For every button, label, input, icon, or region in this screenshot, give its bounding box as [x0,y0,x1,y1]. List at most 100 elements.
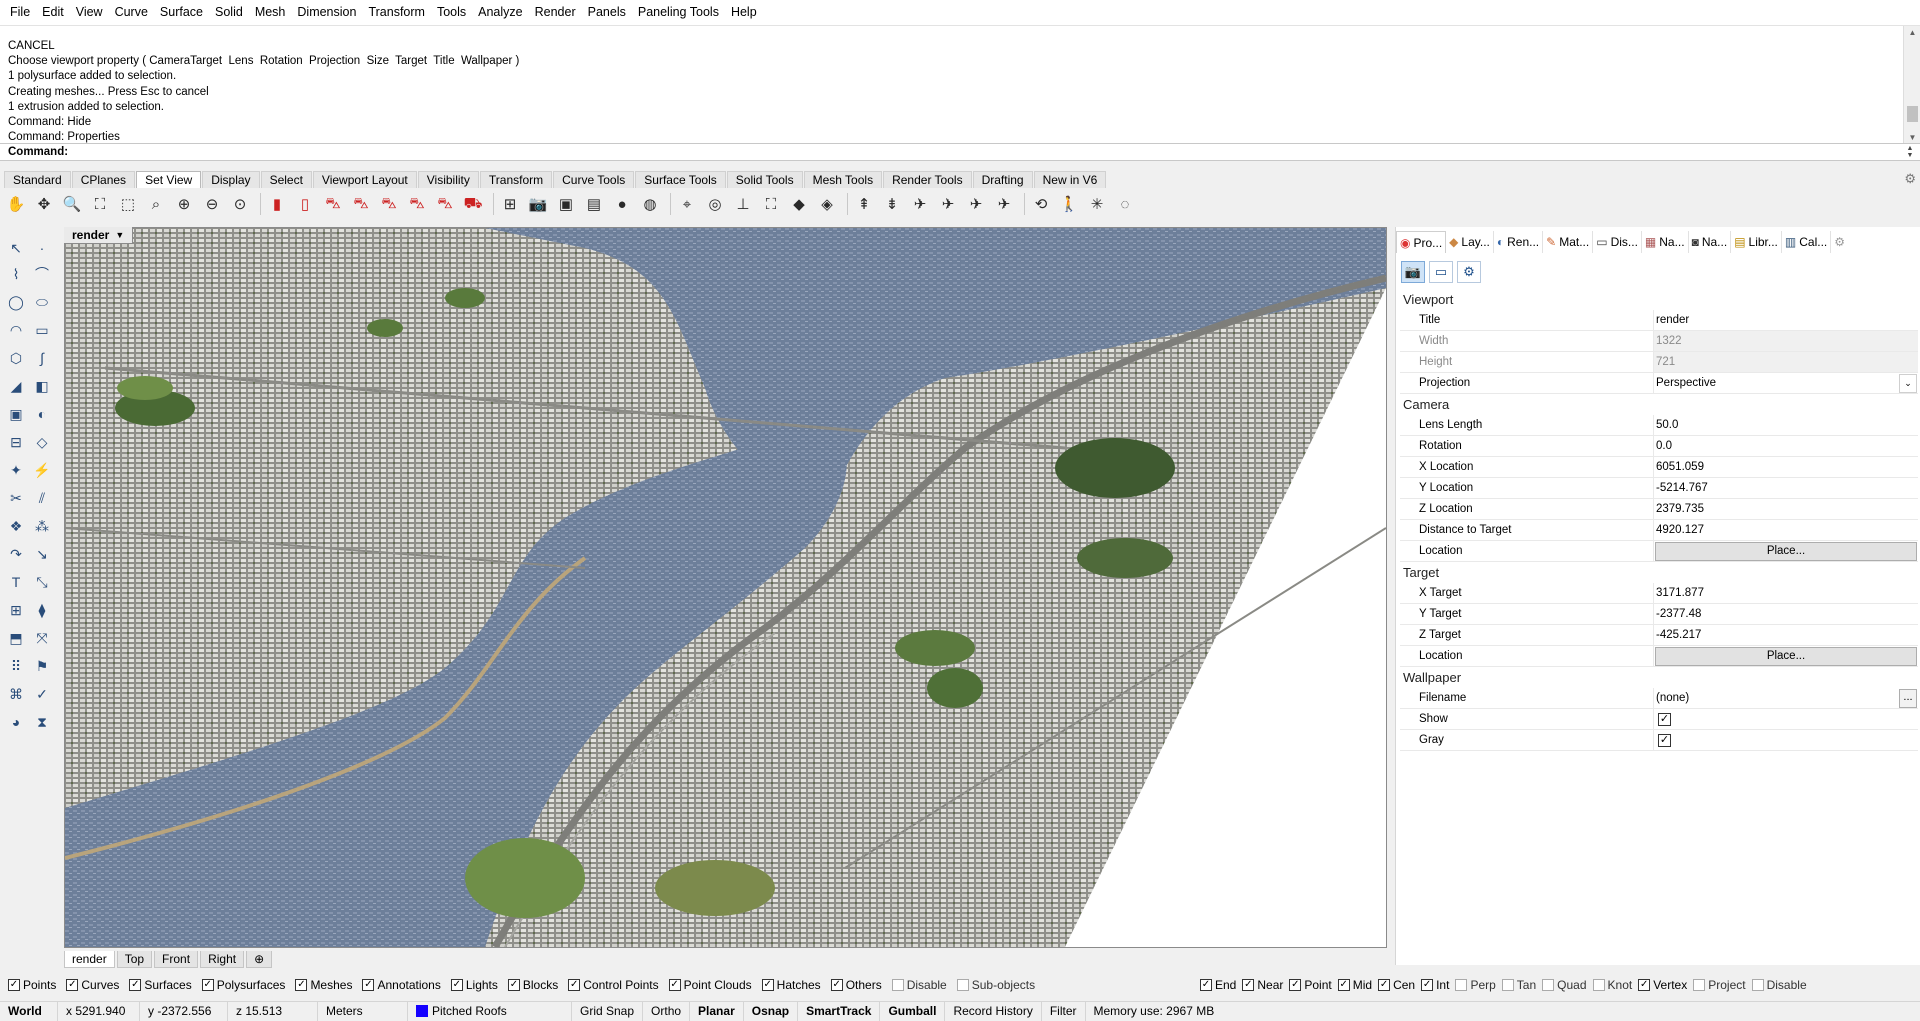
point-icon[interactable]: · [30,236,54,260]
menu-view[interactable]: View [70,0,109,25]
car-top-icon[interactable]: ⛍ [405,192,429,216]
scale-icon[interactable]: ⤧ [30,626,54,650]
add-viewport-tab-icon[interactable]: ⊕ [246,951,273,968]
chevron-down-icon[interactable]: ⌄ [1899,374,1917,393]
filter-curves[interactable]: ✓ Curves [66,978,119,992]
polygon-icon[interactable]: ⬡ [4,346,28,370]
filter-surfaces[interactable]: ✓ Surfaces [129,978,192,992]
toolbar-tab-render-tools[interactable]: Render Tools [883,171,972,188]
osnap-mid-checkbox[interactable]: ✓ [1337,979,1350,991]
cylinder-icon[interactable]: ⊟ [4,430,28,454]
offset-icon[interactable]: ↷ [4,542,28,566]
viewport-tab-render[interactable]: render [64,951,115,968]
render-settings-icon[interactable]: ⚙ [1457,261,1481,283]
place-target-button[interactable]: Place... [1655,647,1917,666]
prop-xloc-value[interactable]: 6051.059 [1653,457,1918,477]
turntable-icon[interactable]: ⟲ [1029,192,1053,216]
panel-tab-libraries[interactable]: ▤ Libr... [1731,231,1782,253]
check-icon[interactable]: ✓ [30,682,54,706]
osnap-disable[interactable]: Disable [1751,978,1807,992]
chevron-down-icon[interactable]: ▼ [115,227,124,244]
car-back-icon[interactable]: ⛍ [377,192,401,216]
filter-others-checkbox[interactable]: ✓ [830,979,843,991]
place-camera-icon[interactable]: ⛶ [759,192,783,216]
walkabout-icon[interactable]: 🚶 [1057,192,1081,216]
perspective-view-icon[interactable]: ▮ [265,192,289,216]
command-spin-icon[interactable]: ▲ ▼ [1904,145,1916,159]
car-right-icon[interactable]: ⛍ [433,192,457,216]
zoom-target-icon[interactable]: ⊖ [200,192,224,216]
toolbar-tab-new-in-v6[interactable]: New in V6 [1033,171,1107,188]
prop-title-value[interactable]: render [1653,310,1918,330]
show-checkbox[interactable]: ✓ [1658,713,1671,726]
panel-tab-named-cplanes[interactable]: ▦ Na... [1642,231,1689,253]
osnap-point-checkbox[interactable]: ✓ [1289,979,1302,991]
record-history-toggle[interactable]: Record History [945,1001,1042,1021]
menu-render[interactable]: Render [529,0,582,25]
browse-button[interactable]: ... [1899,689,1917,708]
restore-view-icon[interactable]: ▤ [582,192,606,216]
globe-icon[interactable]: ◍ [638,192,662,216]
osnap-point[interactable]: ✓ Point [1289,978,1332,992]
osnap-project-checkbox[interactable] [1693,979,1706,991]
toolbar-tab-select[interactable]: Select [260,171,312,188]
analyze-icon[interactable]: ⌘ [4,682,28,706]
osnap-vertex[interactable]: ✓ Vertex [1638,978,1687,992]
gear-icon[interactable]: ⚙ [1831,231,1848,253]
filter-annotations-checkbox[interactable]: ✓ [362,979,375,991]
viewport-tab-front[interactable]: Front [154,951,199,968]
shaded-icon[interactable]: ◈ [815,192,839,216]
viewport-tab-right[interactable]: Right [200,951,245,968]
filter-points-checkbox[interactable]: ✓ [8,979,20,991]
filter-point-clouds-checkbox[interactable]: ✓ [668,979,681,991]
menu-dimension[interactable]: Dimension [291,0,362,25]
filter-point-clouds[interactable]: ✓ Point Clouds [668,978,752,992]
plane-icon[interactable]: ✈ [908,192,932,216]
osnap-near[interactable]: ✓ Near [1242,978,1283,992]
wireframe-icon[interactable]: ◆ [787,192,811,216]
target-icon[interactable]: ⌖ [675,192,699,216]
units-status[interactable]: Meters [318,1001,408,1021]
osnap-near-checkbox[interactable]: ✓ [1242,979,1255,991]
menu-file[interactable]: File [4,0,36,25]
panel-tab-layers[interactable]: ◆ Lay... [1446,231,1494,253]
curve-icon[interactable]: ⌒ [30,262,54,286]
prop-yloc-value[interactable]: -5214.767 [1653,478,1918,498]
panel-tab-calculator[interactable]: ▥ Cal... [1782,231,1832,253]
car-front-icon[interactable]: ⛍ [321,192,345,216]
layer-status[interactable]: Pitched Roofs [408,1001,572,1021]
menu-tools[interactable]: Tools [431,0,472,25]
group-icon[interactable]: ❖ [4,514,28,538]
toolbar-tab-standard[interactable]: Standard [4,171,71,188]
fillet-icon[interactable]: ⚡ [30,458,54,482]
ortho-toggle[interactable]: Ortho [643,1001,691,1021]
panel-tab-materials[interactable]: ✎ Mat... [1543,231,1594,253]
gear-icon[interactable]: ⚙ [1904,171,1916,187]
prop-rotation-value[interactable]: 0.0 [1653,436,1918,456]
menu-edit[interactable]: Edit [36,0,70,25]
explode-icon[interactable]: ✦ [4,458,28,482]
menu-transform[interactable]: Transform [362,0,431,25]
gumball-toggle[interactable]: Gumball [880,1001,946,1021]
toolbar-tab-transform[interactable]: Transform [479,171,553,188]
filename-field[interactable]: (none)... [1653,688,1918,708]
osnap-tan[interactable]: Tan [1501,978,1536,992]
osnap-knot-checkbox[interactable] [1592,979,1605,991]
parallel-view-icon[interactable]: ▯ [293,192,317,216]
filter-blocks-checkbox[interactable]: ✓ [507,979,520,991]
osnap-int[interactable]: ✓ Int [1421,978,1449,992]
prop-ytarget-value[interactable]: -2377.48 [1653,604,1918,624]
menu-panels[interactable]: Panels [582,0,632,25]
filter-lights[interactable]: ✓ Lights [450,978,498,992]
prop-lens-value[interactable]: 50.0 [1653,415,1918,435]
select-icon[interactable]: ↖ [4,236,28,260]
render-viewport[interactable] [64,227,1387,948]
grid-array-icon[interactable]: ⠿ [4,654,28,678]
planar-toggle[interactable]: Planar [690,1001,744,1021]
osnap-cen-checkbox[interactable]: ✓ [1378,979,1391,991]
osnap-perp[interactable]: Perp [1455,978,1496,992]
gray-checkbox[interactable]: ✓ [1658,734,1671,747]
toolbar-tab-solid-tools[interactable]: Solid Tools [726,171,803,188]
menu-paneling-tools[interactable]: Paneling Tools [632,0,725,25]
menu-surface[interactable]: Surface [154,0,209,25]
